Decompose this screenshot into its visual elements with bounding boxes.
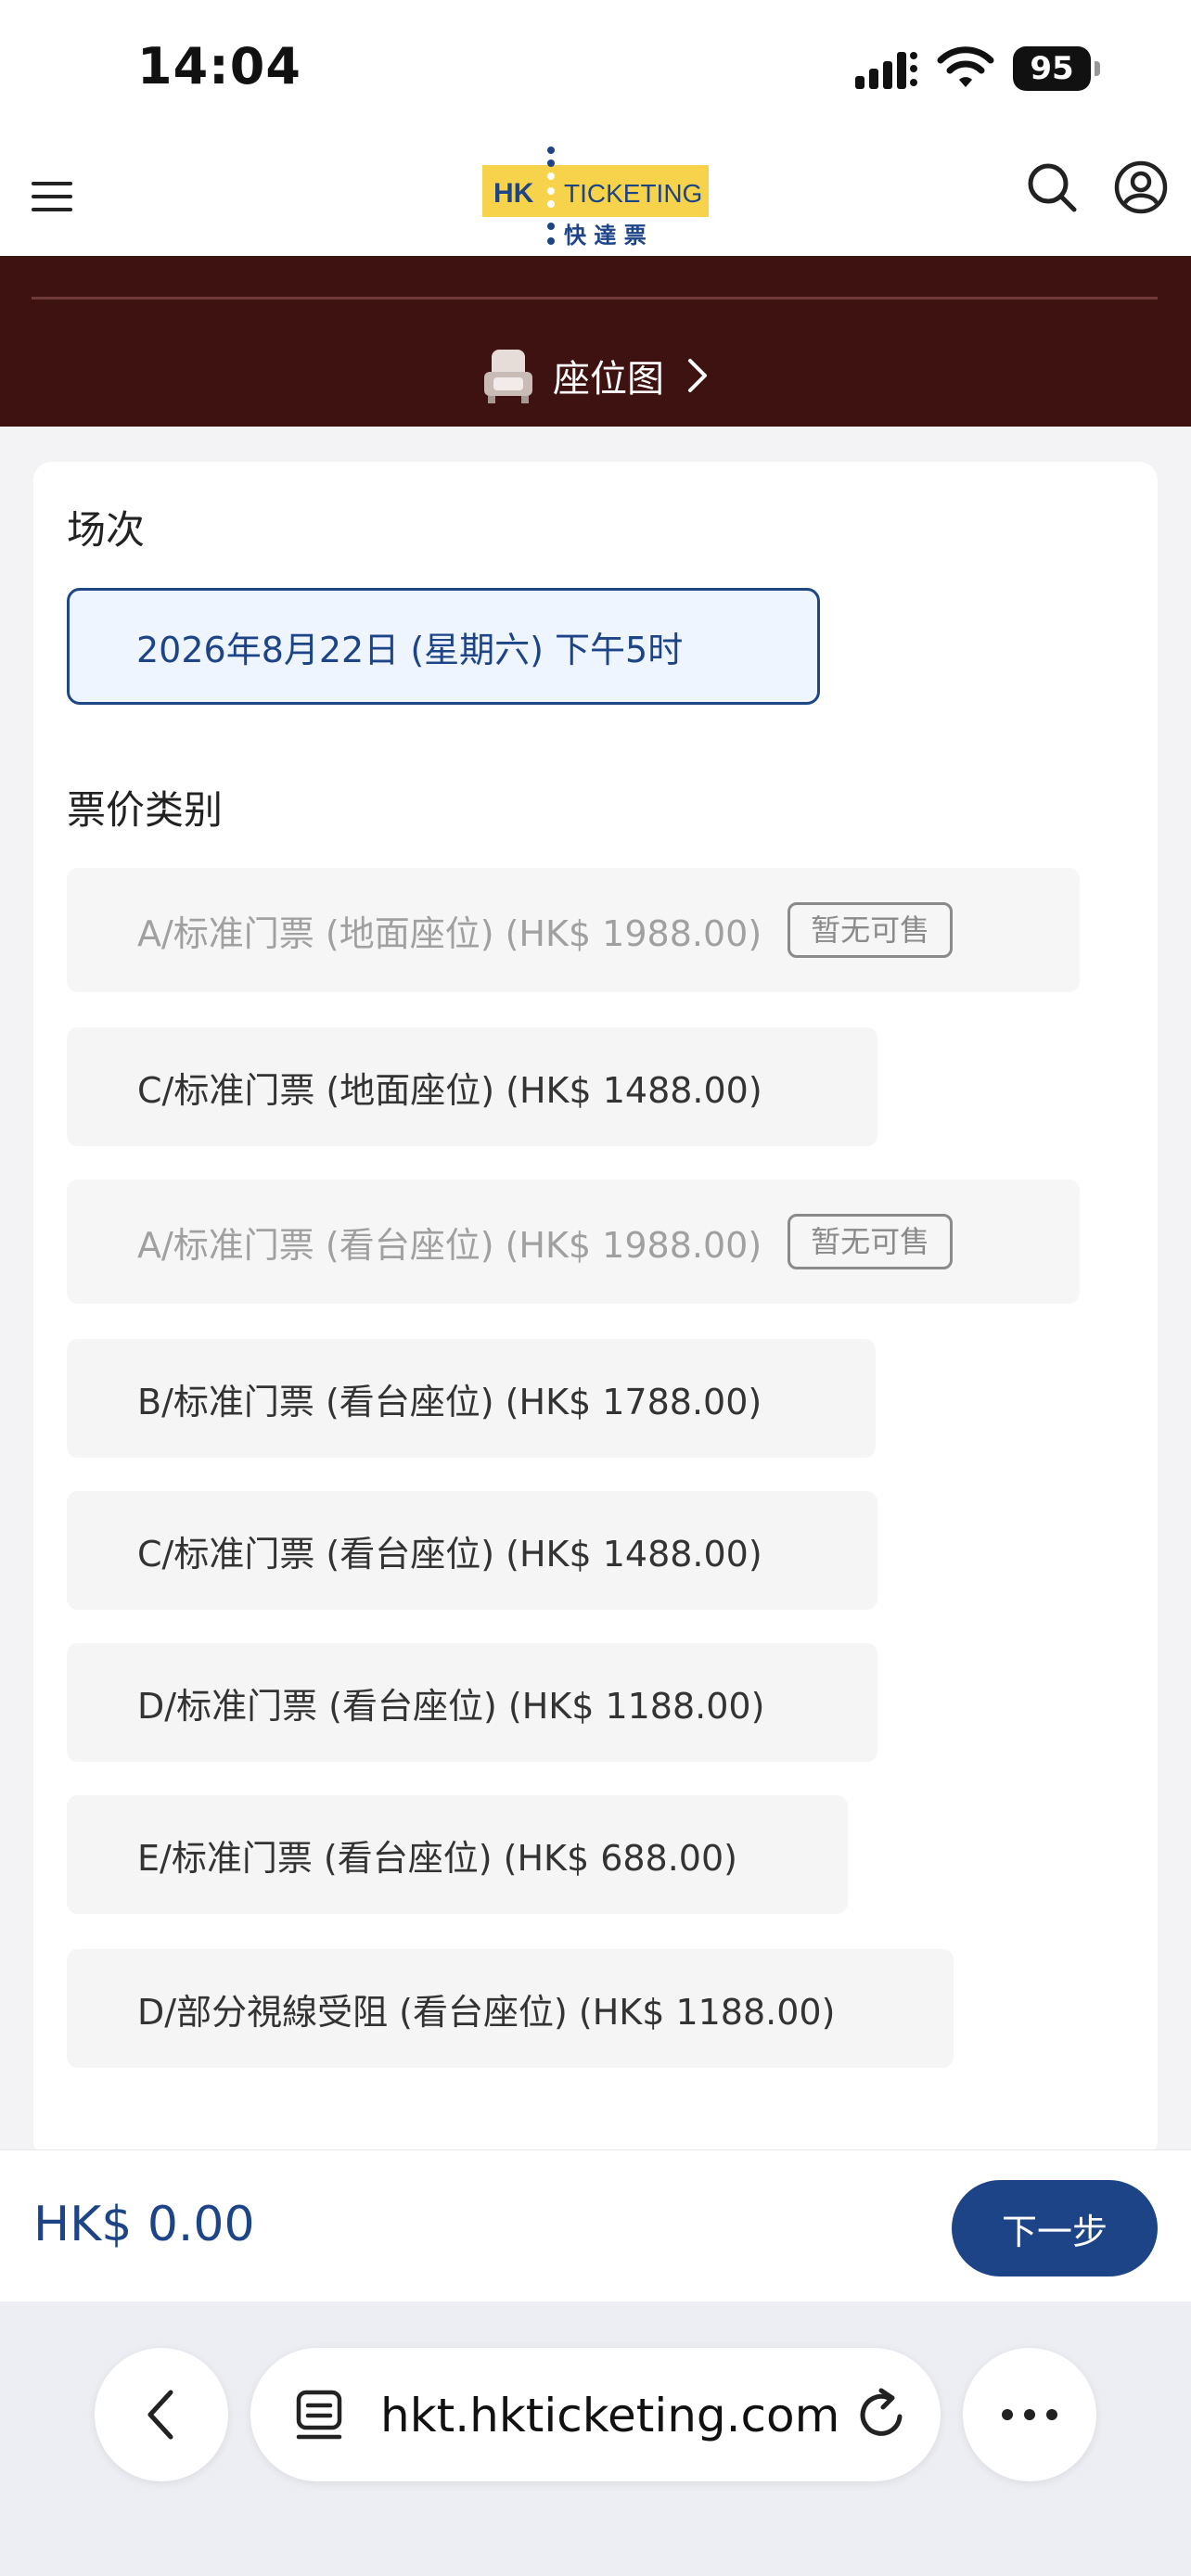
- wifi-icon: [937, 46, 994, 87]
- price-option-d-restricted[interactable]: D/部分視線受阻 (看台座位) (HK$ 1188.00): [67, 1949, 954, 2068]
- status-bar: 14:04 95: [0, 0, 1191, 139]
- price-section-title: 票价类别: [67, 787, 224, 833]
- price-option-a-stand[interactable]: A/标准门票 (看台座位) (HK$ 1988.00) 暂无可售: [67, 1180, 1080, 1304]
- price-option-a-floor[interactable]: A/标准门票 (地面座位) (HK$ 1988.00) 暂无可售: [67, 868, 1080, 992]
- browser-more-button[interactable]: [963, 2348, 1096, 2481]
- chevron-left-icon: [147, 2390, 173, 2440]
- chevron-right-icon: [688, 359, 707, 392]
- price-option-c-stand[interactable]: C/标准门票 (看台座位) (HK$ 1488.00): [67, 1491, 877, 1610]
- seatmap-label: 座位图: [553, 358, 664, 401]
- sold-out-badge: 暂无可售: [788, 1214, 954, 1269]
- checkout-bar: HK$ 0.00 下一步: [0, 2149, 1191, 2302]
- site-header: HK TICKETING 快 達 票: [0, 139, 1191, 256]
- browser-toolbar: hkt.hkticketing.com: [0, 2302, 1191, 2576]
- svg-text:HK: HK: [493, 178, 534, 209]
- seatmap-banner: 座位图: [0, 256, 1191, 427]
- price-option-d-stand[interactable]: D/标准门票 (看台座位) (HK$ 1188.00): [67, 1643, 877, 1762]
- price-option-label: C/标准门票 (看台座位) (HK$ 1488.00): [137, 1533, 762, 1575]
- battery-level: 95: [1013, 46, 1091, 91]
- seat-icon: [484, 350, 532, 403]
- seatmap-link[interactable]: 座位图: [0, 334, 1191, 417]
- page-menu-icon[interactable]: [293, 2389, 345, 2441]
- reload-icon[interactable]: [855, 2387, 909, 2442]
- more-dots-icon: [1002, 2409, 1057, 2420]
- price-option-label: A/标准门票 (看台座位) (HK$ 1988.00): [137, 1224, 762, 1266]
- price-option-c-floor[interactable]: C/标准门票 (地面座位) (HK$ 1488.00): [67, 1027, 877, 1146]
- hamburger-menu-icon[interactable]: [28, 174, 76, 219]
- address-bar[interactable]: hkt.hkticketing.com: [250, 2348, 941, 2481]
- search-icon[interactable]: [1024, 159, 1080, 215]
- status-time: 14:04: [137, 37, 301, 96]
- price-option-label: A/标准门票 (地面座位) (HK$ 1988.00): [137, 912, 762, 954]
- price-option-e-stand[interactable]: E/标准门票 (看台座位) (HK$ 688.00): [67, 1795, 848, 1914]
- price-option-label: C/标准门票 (地面座位) (HK$ 1488.00): [137, 1069, 762, 1111]
- svg-text:快 達 票: 快 達 票: [564, 223, 647, 249]
- browser-back-button[interactable]: [95, 2348, 228, 2481]
- url-text: hkt.hkticketing.com: [380, 2389, 840, 2442]
- price-option-label: E/标准门票 (看台座位) (HK$ 688.00): [137, 1837, 737, 1879]
- hkticketing-logo[interactable]: HK TICKETING 快 達 票: [482, 143, 709, 250]
- price-option-label: D/标准门票 (看台座位) (HK$ 1188.00): [137, 1685, 765, 1727]
- next-step-button[interactable]: 下一步: [952, 2180, 1158, 2276]
- price-option-label: D/部分視線受阻 (看台座位) (HK$ 1188.00): [137, 1991, 836, 2033]
- sold-out-badge: 暂无可售: [788, 902, 954, 958]
- price-option-label: B/标准门票 (看台座位) (HK$ 1788.00): [137, 1381, 762, 1422]
- session-section-title: 场次: [67, 507, 146, 553]
- battery-icon: 95: [1013, 46, 1102, 91]
- session-option-selected[interactable]: 2026年8月22日 (星期六) 下午5时: [67, 588, 820, 705]
- svg-text:TICKETING: TICKETING: [564, 179, 702, 208]
- total-price: HK$ 0.00: [33, 2197, 255, 2252]
- account-icon[interactable]: [1113, 159, 1169, 215]
- price-option-b-stand[interactable]: B/标准门票 (看台座位) (HK$ 1788.00): [67, 1339, 876, 1458]
- cellular-signal-icon: [855, 52, 917, 89]
